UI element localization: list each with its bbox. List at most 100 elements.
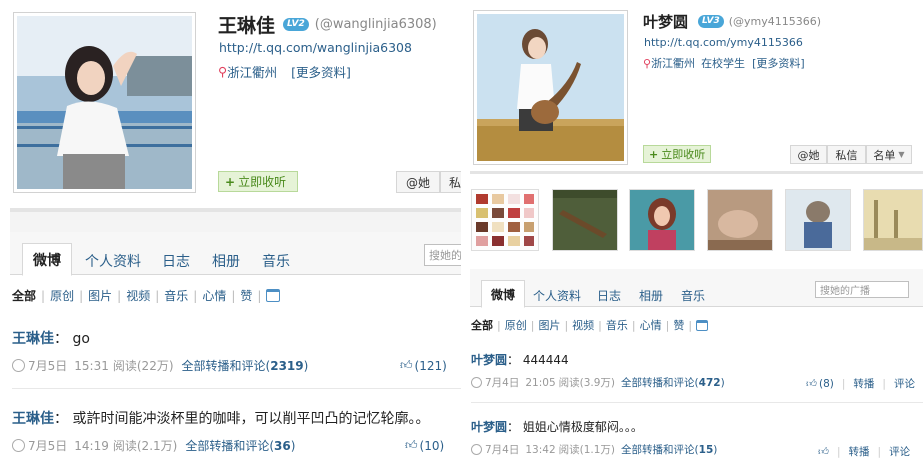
comment-button[interactable]: 评论 xyxy=(894,376,915,391)
clock-icon xyxy=(12,359,25,372)
tab-music[interactable]: 音乐 xyxy=(681,287,705,304)
post-reads: 阅读(1.1万) xyxy=(558,444,616,456)
post-text: 444444 xyxy=(522,353,569,367)
post-colon: ： xyxy=(54,411,68,427)
filter-original[interactable]: 原创 xyxy=(505,317,527,333)
post-author[interactable]: 王琳佳 xyxy=(12,331,54,347)
left-profile-panel: 王琳佳 LV2 (@wanglinjia6308) http://t.qq.co… xyxy=(0,0,461,469)
all-comments-link[interactable]: 全部转播和评论 xyxy=(182,357,266,374)
filter-like[interactable]: 赞 xyxy=(240,287,252,304)
like-button[interactable]: 👍︎ (10) xyxy=(405,438,444,453)
clock-icon xyxy=(12,439,25,452)
comments-paren: ) xyxy=(713,443,718,456)
filter-image[interactable]: 图片 xyxy=(538,317,560,333)
post-author[interactable]: 叶梦圆 xyxy=(471,353,507,367)
post-date[interactable]: 7月4日 xyxy=(485,375,519,390)
filter-mood[interactable]: 心情 xyxy=(202,287,226,304)
level-badge: LV3 xyxy=(698,15,724,28)
album-thumbnail[interactable] xyxy=(471,189,539,251)
action-separator: | xyxy=(841,377,846,390)
like-count: (121) xyxy=(414,358,447,373)
filter-bar: 全部 | 原创 | 图片 | 视频 | 音乐 | 心情 | 赞 | xyxy=(471,317,709,333)
section-spacer xyxy=(10,212,461,232)
post-colon: ： xyxy=(507,353,520,367)
profile-status: 在校学生 xyxy=(701,57,746,70)
post-date[interactable]: 7月4日 xyxy=(485,442,519,457)
filter-music[interactable]: 音乐 xyxy=(164,287,188,304)
profile-photo[interactable] xyxy=(13,12,196,193)
post-date[interactable]: 7月5日 xyxy=(28,437,67,454)
tab-album[interactable]: 相册 xyxy=(212,251,240,271)
filter-separator: | xyxy=(79,288,84,303)
filter-mood[interactable]: 心情 xyxy=(640,317,662,333)
search-input[interactable]: 搜她的广播 xyxy=(815,281,909,298)
comment-button[interactable]: 评论 xyxy=(889,444,910,459)
tab-music[interactable]: 音乐 xyxy=(262,251,290,271)
filter-separator: | xyxy=(155,288,160,303)
profile-photo[interactable] xyxy=(473,10,628,165)
post-item: 叶梦圆： 姐姐心情极度郁闷。。。 xyxy=(471,418,643,435)
profile-name: 叶梦圆 xyxy=(643,13,689,31)
all-comments-link[interactable]: 全部转播和评论 xyxy=(621,375,695,390)
comments-paren: ) xyxy=(720,376,725,389)
filter-separator: | xyxy=(530,318,535,332)
post-author[interactable]: 叶梦圆 xyxy=(471,420,507,434)
repost-button[interactable]: 转播 xyxy=(853,376,874,391)
message-button[interactable]: 私信 xyxy=(827,145,866,164)
filter-original[interactable]: 原创 xyxy=(50,287,74,304)
tab-profile[interactable]: 个人资料 xyxy=(85,251,141,271)
post-meta: 7月4日 13:42 阅读(1.1万) 全部转播和评论(15) xyxy=(471,442,717,457)
repost-button[interactable]: 转播 xyxy=(849,444,870,459)
tab-weibo[interactable]: 微博 xyxy=(22,243,72,276)
tab-profile[interactable]: 个人资料 xyxy=(533,287,581,304)
like-count: (10) xyxy=(419,438,445,453)
post-time: 15:31 xyxy=(74,358,109,373)
all-comments-link[interactable]: 全部转播和评论 xyxy=(621,442,695,457)
post-date[interactable]: 7月5日 xyxy=(28,357,67,374)
calendar-icon[interactable] xyxy=(266,289,281,302)
album-thumbnail[interactable] xyxy=(707,189,773,251)
follow-button[interactable]: + 立即收听 xyxy=(643,145,711,163)
filter-all[interactable]: 全部 xyxy=(12,287,36,304)
tab-album[interactable]: 相册 xyxy=(639,287,663,304)
filter-video[interactable]: 视频 xyxy=(126,287,150,304)
filter-separator: | xyxy=(193,288,198,303)
filter-like[interactable]: 赞 xyxy=(673,317,684,333)
album-thumbnail[interactable] xyxy=(629,189,695,251)
mention-button[interactable]: @她 xyxy=(396,171,440,193)
comments-count: 15 xyxy=(698,443,714,456)
tab-weibo[interactable]: 微博 xyxy=(481,280,525,308)
all-comments-link[interactable]: 全部转播和评论 xyxy=(185,437,269,454)
post-author[interactable]: 王琳佳 xyxy=(12,411,54,427)
mention-button[interactable]: @她 xyxy=(790,145,827,164)
tab-blog[interactable]: 日志 xyxy=(597,287,621,304)
search-input[interactable]: 搜她的 xyxy=(424,244,461,266)
album-thumbnail[interactable] xyxy=(863,189,923,251)
album-thumbnail[interactable] xyxy=(552,189,618,251)
tab-blog[interactable]: 日志 xyxy=(162,251,190,271)
filter-all[interactable]: 全部 xyxy=(471,317,493,333)
profile-url[interactable]: http://t.qq.com/ymy4115366 xyxy=(644,36,803,49)
filter-image[interactable]: 图片 xyxy=(88,287,112,304)
filter-music[interactable]: 音乐 xyxy=(606,317,628,333)
post-time: 14:19 xyxy=(74,438,109,453)
filter-video[interactable]: 视频 xyxy=(572,317,594,333)
post-actions: 👍︎ (8) | 转播 | 评论 xyxy=(806,376,915,391)
filter-separator: | xyxy=(564,318,569,332)
profile-location: 浙江衢州 xyxy=(651,57,696,70)
like-button[interactable]: 👍︎ xyxy=(818,445,829,458)
more-info-link[interactable]: [更多资料] xyxy=(291,62,351,81)
like-button[interactable]: 👍︎ (8) xyxy=(806,377,834,391)
calendar-icon[interactable] xyxy=(696,319,709,331)
like-button[interactable]: 👍︎ (121) xyxy=(400,358,447,373)
message-button[interactable]: 私 xyxy=(440,171,461,193)
profile-url[interactable]: http://t.qq.com/wanglinjia6308 xyxy=(219,40,412,55)
plus-icon: + xyxy=(225,174,236,189)
follow-button[interactable]: + 立即收听 xyxy=(218,171,298,192)
name-list-dropdown[interactable]: 名单 ▼ xyxy=(866,145,912,164)
more-info-link[interactable]: [更多资料] xyxy=(752,55,805,71)
clock-icon xyxy=(471,377,482,388)
post-actions: 👍︎ | 转播 | 评论 xyxy=(818,444,910,459)
filter-separator: | xyxy=(41,288,46,303)
album-thumbnail[interactable] xyxy=(785,189,851,251)
